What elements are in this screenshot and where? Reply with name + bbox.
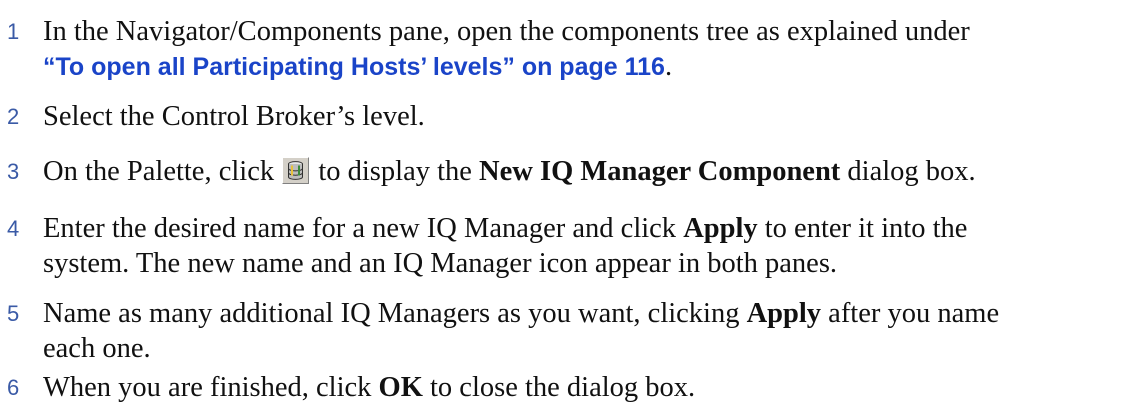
step-number: 1 [7,19,20,44]
step-number: 4 [7,216,20,241]
step-text-end: . [664,51,673,82]
apply-button-label: Apply [746,298,822,329]
step-number: 6 [7,375,20,400]
cross-reference-link[interactable]: “To open all Participating Hosts’ levels… [43,53,665,81]
step-text: When you are finished, click OK to close… [43,370,1128,405]
step-text-start: When you are finished, click [43,372,372,403]
step-text: On the Palette, click to display the New… [43,154,1128,189]
step-text: Enter the desired name for a new IQ Mana… [43,211,1128,281]
step-text-start: In the Navigator/Components pane, open t… [43,16,970,47]
step-text: Name as many additional IQ Managers as y… [43,296,1128,366]
step-number: 5 [7,301,20,326]
step-text-start: Enter the desired name for a new IQ Mana… [43,213,677,244]
iq-manager-palette-icon [282,157,310,184]
dialog-name: New IQ Manager Component [479,156,841,187]
step-text: In the Navigator/Components pane, open t… [43,14,1128,85]
step-number: 2 [7,104,20,129]
step-text-end: dialog box. [847,156,976,187]
step-text-end: to close the dialog box. [430,372,696,403]
step-text-middle: to display the [318,156,472,187]
step-text-end: after you name [828,298,1000,329]
step-text-start: Name as many additional IQ Managers as y… [43,298,740,329]
step-number: 3 [7,159,20,184]
ok-button-label: OK [378,372,423,403]
step-text-line2: system. The new name and an IQ Manager i… [43,248,838,279]
apply-button-label: Apply [683,213,758,244]
step-text-end: to enter it into the [764,213,968,244]
step-text: Select the Control Broker’s level. [43,101,425,132]
step-text-line2: each one. [43,333,151,364]
step-text-start: On the Palette, click [43,156,275,187]
